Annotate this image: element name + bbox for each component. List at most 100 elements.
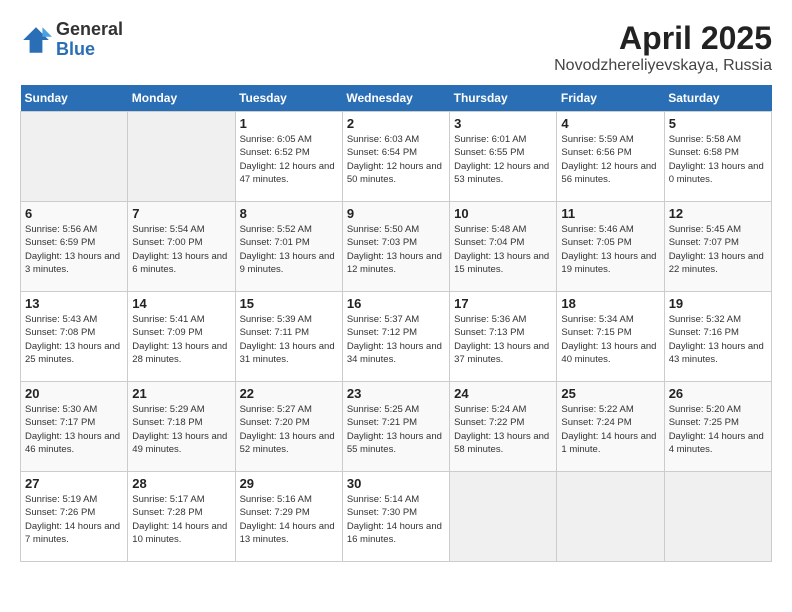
day-detail: Sunrise: 5:54 AMSunset: 7:00 PMDaylight:… <box>132 223 230 276</box>
day-detail: Sunrise: 5:16 AMSunset: 7:29 PMDaylight:… <box>240 493 338 546</box>
day-number: 18 <box>561 296 659 311</box>
weekday-header-saturday: Saturday <box>664 85 771 112</box>
calendar-cell: 20Sunrise: 5:30 AMSunset: 7:17 PMDayligh… <box>21 382 128 472</box>
logo-icon <box>20 24 52 56</box>
calendar-cell: 17 Sunrise: 5:36 AMSunset: 7:13 PMDayligh… <box>450 292 557 382</box>
day-detail: Sunrise: 5:36 AMSunset: 7:13 PMDaylight:… <box>454 313 552 366</box>
day-number: 19 <box>669 296 767 311</box>
day-number: 30 <box>347 476 445 491</box>
day-detail: Sunrise: 5:39 AMSunset: 7:11 PMDaylight:… <box>240 313 338 366</box>
day-number: 24 <box>454 386 552 401</box>
day-detail: Sunrise: 5:45 AMSunset: 7:07 PMDaylight:… <box>669 223 767 276</box>
calendar-cell <box>21 112 128 202</box>
calendar-cell: 21 Sunrise: 5:29 AMSunset: 7:18 PMDayligh… <box>128 382 235 472</box>
day-detail: Sunrise: 5:17 AMSunset: 7:28 PMDaylight:… <box>132 493 230 546</box>
day-number: 21 <box>132 386 230 401</box>
day-detail: Sunrise: 5:46 AMSunset: 7:05 PMDaylight:… <box>561 223 659 276</box>
calendar-week-2: 6Sunrise: 5:56 AMSunset: 6:59 PMDaylight… <box>21 202 772 292</box>
calendar-cell <box>664 472 771 562</box>
day-number: 9 <box>347 206 445 221</box>
day-number: 16 <box>347 296 445 311</box>
day-number: 8 <box>240 206 338 221</box>
logo-general-text: General <box>56 20 123 40</box>
calendar-cell: 24 Sunrise: 5:24 AMSunset: 7:22 PMDayligh… <box>450 382 557 472</box>
calendar-cell: 14 Sunrise: 5:41 AMSunset: 7:09 PMDayligh… <box>128 292 235 382</box>
day-number: 29 <box>240 476 338 491</box>
day-number: 27 <box>25 476 123 491</box>
calendar-cell: 18Sunrise: 5:34 AMSunset: 7:15 PMDayligh… <box>557 292 664 382</box>
calendar-cell: 9 Sunrise: 5:50 AMSunset: 7:03 PMDaylight… <box>342 202 449 292</box>
calendar-cell: 25Sunrise: 5:22 AMSunset: 7:24 PMDayligh… <box>557 382 664 472</box>
calendar-week-4: 20Sunrise: 5:30 AMSunset: 7:17 PMDayligh… <box>21 382 772 472</box>
calendar-cell: 28 Sunrise: 5:17 AMSunset: 7:28 PMDayligh… <box>128 472 235 562</box>
day-detail: Sunrise: 6:05 AMSunset: 6:52 PMDaylight:… <box>240 133 338 186</box>
calendar-week-5: 27 Sunrise: 5:19 AMSunset: 7:26 PMDayligh… <box>21 472 772 562</box>
calendar-cell: 16 Sunrise: 5:37 AMSunset: 7:12 PMDayligh… <box>342 292 449 382</box>
day-detail: Sunrise: 5:58 AMSunset: 6:58 PMDaylight:… <box>669 133 767 186</box>
day-number: 14 <box>132 296 230 311</box>
day-detail: Sunrise: 5:59 AMSunset: 6:56 PMDaylight:… <box>561 133 659 186</box>
calendar-cell: 19Sunrise: 5:32 AMSunset: 7:16 PMDayligh… <box>664 292 771 382</box>
location-subtitle: Novodzhereliyevskaya, Russia <box>554 57 772 75</box>
calendar-cell: 4 Sunrise: 5:59 AMSunset: 6:56 PMDaylight… <box>557 112 664 202</box>
title-area: April 2025 Novodzhereliyevskaya, Russia <box>554 20 772 75</box>
day-number: 10 <box>454 206 552 221</box>
calendar-cell: 6Sunrise: 5:56 AMSunset: 6:59 PMDaylight… <box>21 202 128 292</box>
logo-blue-text: Blue <box>56 40 123 60</box>
weekday-header-thursday: Thursday <box>450 85 557 112</box>
day-number: 11 <box>561 206 659 221</box>
weekday-header-sunday: Sunday <box>21 85 128 112</box>
calendar-cell: 12 Sunrise: 5:45 AMSunset: 7:07 PMDayligh… <box>664 202 771 292</box>
weekday-header-friday: Friday <box>557 85 664 112</box>
day-number: 17 <box>454 296 552 311</box>
day-detail: Sunrise: 5:29 AMSunset: 7:18 PMDaylight:… <box>132 403 230 456</box>
day-number: 13 <box>25 296 123 311</box>
calendar-cell: 30Sunrise: 5:14 AMSunset: 7:30 PMDayligh… <box>342 472 449 562</box>
calendar-cell: 3Sunrise: 6:01 AMSunset: 6:55 PMDaylight… <box>450 112 557 202</box>
day-number: 15 <box>240 296 338 311</box>
day-detail: Sunrise: 5:30 AMSunset: 7:17 PMDaylight:… <box>25 403 123 456</box>
calendar-cell: 15 Sunrise: 5:39 AMSunset: 7:11 PMDayligh… <box>235 292 342 382</box>
calendar-cell: 10 Sunrise: 5:48 AMSunset: 7:04 PMDayligh… <box>450 202 557 292</box>
calendar-cell: 5 Sunrise: 5:58 AMSunset: 6:58 PMDaylight… <box>664 112 771 202</box>
day-detail: Sunrise: 5:27 AMSunset: 7:20 PMDaylight:… <box>240 403 338 456</box>
weekday-header-row: SundayMondayTuesdayWednesdayThursdayFrid… <box>21 85 772 112</box>
calendar-cell: 26 Sunrise: 5:20 AMSunset: 7:25 PMDayligh… <box>664 382 771 472</box>
calendar-cell: 7Sunrise: 5:54 AMSunset: 7:00 PMDaylight… <box>128 202 235 292</box>
calendar-cell: 13 Sunrise: 5:43 AMSunset: 7:08 PMDayligh… <box>21 292 128 382</box>
day-detail: Sunrise: 5:50 AMSunset: 7:03 PMDaylight:… <box>347 223 445 276</box>
day-detail: Sunrise: 5:20 AMSunset: 7:25 PMDaylight:… <box>669 403 767 456</box>
day-detail: Sunrise: 5:22 AMSunset: 7:24 PMDaylight:… <box>561 403 659 456</box>
day-detail: Sunrise: 5:19 AMSunset: 7:26 PMDaylight:… <box>25 493 123 546</box>
calendar-table: SundayMondayTuesdayWednesdayThursdayFrid… <box>20 85 772 562</box>
day-detail: Sunrise: 6:01 AMSunset: 6:55 PMDaylight:… <box>454 133 552 186</box>
calendar-cell <box>128 112 235 202</box>
day-number: 4 <box>561 116 659 131</box>
day-number: 5 <box>669 116 767 131</box>
day-detail: Sunrise: 5:25 AMSunset: 7:21 PMDaylight:… <box>347 403 445 456</box>
calendar-cell <box>557 472 664 562</box>
page-header: General Blue April 2025 Novodzhereliyevs… <box>20 20 772 75</box>
weekday-header-monday: Monday <box>128 85 235 112</box>
logo: General Blue <box>20 20 123 60</box>
weekday-header-tuesday: Tuesday <box>235 85 342 112</box>
calendar-cell: 23Sunrise: 5:25 AMSunset: 7:21 PMDayligh… <box>342 382 449 472</box>
day-detail: Sunrise: 5:37 AMSunset: 7:12 PMDaylight:… <box>347 313 445 366</box>
calendar-cell: 29 Sunrise: 5:16 AMSunset: 7:29 PMDayligh… <box>235 472 342 562</box>
day-number: 28 <box>132 476 230 491</box>
day-detail: Sunrise: 5:48 AMSunset: 7:04 PMDaylight:… <box>454 223 552 276</box>
day-number: 26 <box>669 386 767 401</box>
day-detail: Sunrise: 5:43 AMSunset: 7:08 PMDaylight:… <box>25 313 123 366</box>
calendar-cell: 22 Sunrise: 5:27 AMSunset: 7:20 PMDayligh… <box>235 382 342 472</box>
day-number: 12 <box>669 206 767 221</box>
day-detail: Sunrise: 6:03 AMSunset: 6:54 PMDaylight:… <box>347 133 445 186</box>
day-detail: Sunrise: 5:41 AMSunset: 7:09 PMDaylight:… <box>132 313 230 366</box>
month-year-title: April 2025 <box>554 20 772 57</box>
day-number: 22 <box>240 386 338 401</box>
calendar-cell <box>450 472 557 562</box>
day-detail: Sunrise: 5:24 AMSunset: 7:22 PMDaylight:… <box>454 403 552 456</box>
weekday-header-wednesday: Wednesday <box>342 85 449 112</box>
day-detail: Sunrise: 5:56 AMSunset: 6:59 PMDaylight:… <box>25 223 123 276</box>
day-detail: Sunrise: 5:52 AMSunset: 7:01 PMDaylight:… <box>240 223 338 276</box>
calendar-cell: 1Sunrise: 6:05 AMSunset: 6:52 PMDaylight… <box>235 112 342 202</box>
